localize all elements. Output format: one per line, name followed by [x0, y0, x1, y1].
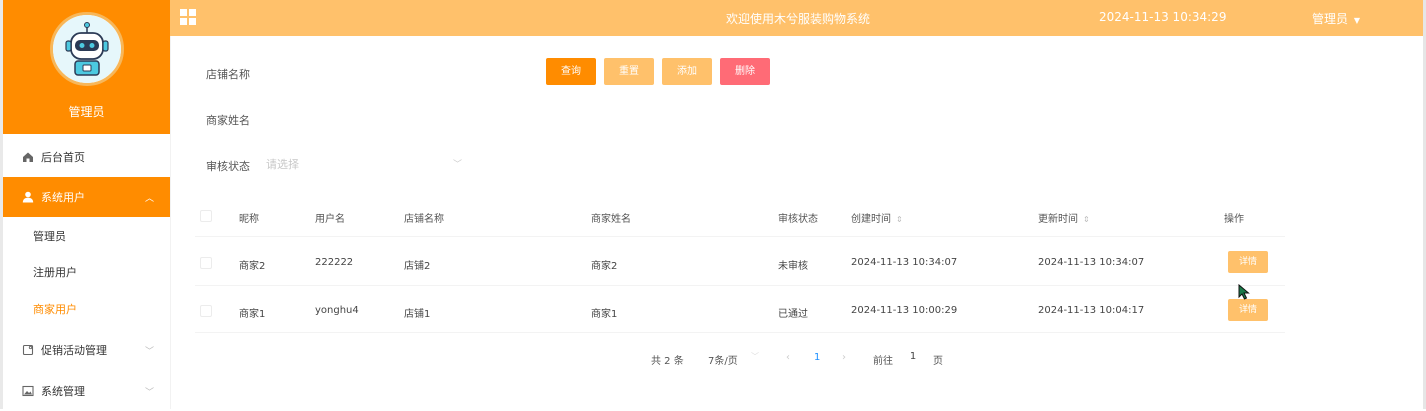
caret-down-icon: ▼ — [1353, 16, 1360, 25]
cell-created-at: 2024-11-13 10:00:29 — [851, 305, 958, 316]
column-header-actions: 操作 — [1224, 214, 1244, 225]
cell-merchant-name: 商家1 — [591, 309, 618, 320]
cell-merchant-name: 商家2 — [591, 261, 618, 272]
next-page-icon[interactable]: › — [842, 352, 846, 363]
status-label: 审核状态 — [206, 160, 250, 173]
pagination-current-page[interactable]: 1 — [814, 352, 820, 363]
column-header-merchant-name: 商家姓名 — [591, 214, 631, 225]
sidebar-item-promotions[interactable]: 促销活动管理 ﹀ — [3, 330, 170, 370]
chevron-down-icon: ﹀ — [144, 388, 154, 398]
sidebar-subitem-merchant-users[interactable]: 商家用户 — [3, 292, 170, 328]
column-header-shop-name: 店铺名称 — [404, 214, 444, 225]
menu-grid-icon[interactable] — [180, 9, 197, 26]
chevron-down-icon: ﹀ — [144, 347, 154, 357]
table-divider — [195, 332, 1285, 333]
table-divider — [195, 236, 1285, 237]
cell-username: yonghu4 — [315, 305, 359, 316]
user-menu[interactable]: 管理员 ▼ — [1312, 10, 1360, 27]
query-button[interactable]: 查询 — [546, 58, 596, 85]
shop-name-label: 店铺名称 — [206, 68, 250, 81]
column-header-status: 审核状态 — [778, 214, 818, 225]
row-checkbox[interactable] — [200, 257, 212, 269]
sidebar-item-dashboard[interactable]: 后台首页 — [3, 137, 170, 177]
page-title: 欢迎使用木兮服装购物系统 — [726, 12, 871, 26]
chevron-down-icon: ﹀ — [751, 352, 759, 361]
mouse-cursor-icon — [1238, 284, 1250, 300]
sidebar-subitem-admin[interactable]: 管理员 — [3, 219, 170, 255]
column-header-created-at[interactable]: 创建时间 ⇕ — [851, 210, 903, 225]
merchant-name-label: 商家姓名 — [206, 114, 250, 127]
select-all-checkbox[interactable] — [200, 210, 212, 222]
prev-page-icon[interactable]: ‹ — [786, 352, 790, 363]
cell-nickname: 商家1 — [239, 309, 266, 320]
robot-icon — [53, 15, 121, 83]
shop-name-input[interactable] — [266, 60, 516, 82]
column-header-updated-at[interactable]: 更新时间 ⇕ — [1038, 210, 1090, 225]
profile-name: 管理员 — [68, 105, 105, 119]
cell-status: 已通过 — [778, 309, 808, 320]
cell-status: 未审核 — [778, 261, 808, 272]
sidebar-item-system-management[interactable]: 系统管理 ﹀ — [3, 371, 170, 411]
home-icon — [21, 150, 35, 164]
sidebar-item-system-users[interactable]: 系统用户 ︿ — [3, 177, 170, 217]
status-select-placeholder: 请选择 — [266, 158, 299, 171]
cell-nickname: 商家2 — [239, 261, 266, 272]
sidebar-item-label: 后台首页 — [41, 151, 85, 164]
cell-username: 222222 — [315, 257, 354, 268]
sidebar-item-label: 促销活动管理 — [41, 344, 107, 357]
column-header-label: 创建时间 — [851, 214, 891, 225]
avatar[interactable] — [50, 12, 124, 86]
cell-updated-at: 2024-11-13 10:04:17 — [1038, 305, 1145, 316]
top-header: 欢迎使用木兮服装购物系统 2024-11-13 10:34:29 管理员 ▼ — [170, 0, 1423, 36]
delete-button[interactable]: 删除 — [720, 58, 770, 85]
column-header-username: 用户名 — [315, 214, 345, 225]
goto-prefix: 前往 — [873, 356, 893, 367]
image-icon — [21, 384, 35, 398]
user-menu-label: 管理员 — [1312, 12, 1349, 26]
sidebar-subitem-registered-users[interactable]: 注册用户 — [3, 255, 170, 291]
chevron-up-icon: ︿ — [144, 194, 154, 204]
header-datetime: 2024-11-13 10:34:29 — [1099, 10, 1227, 24]
page-size-select[interactable]: 7条/页 ﹀ — [697, 346, 763, 368]
add-button[interactable]: 添加 — [662, 58, 712, 85]
sidebar: 管理员 后台首页 系统用户 ︿ 管理员 注册用户 商家用户 促销活动管理 ﹀ 系… — [3, 0, 171, 409]
table-divider — [195, 285, 1285, 286]
cell-shop-name: 店铺2 — [404, 261, 431, 272]
page-size-value: 7条/页 — [708, 356, 738, 367]
sidebar-item-label: 系统管理 — [41, 385, 85, 398]
merchant-name-input[interactable] — [266, 106, 516, 128]
sort-icon[interactable]: ⇕ — [1083, 215, 1090, 224]
detail-button[interactable]: 详情 — [1228, 251, 1268, 273]
detail-button[interactable]: 详情 — [1228, 299, 1268, 321]
status-select[interactable]: 请选择 ﹀ — [266, 156, 466, 172]
pagination-total: 共 2 条 — [651, 356, 684, 367]
cell-shop-name: 店铺1 — [404, 309, 431, 320]
chevron-down-icon: ﹀ — [452, 160, 462, 170]
cell-updated-at: 2024-11-13 10:34:07 — [1038, 257, 1145, 268]
column-header-label: 更新时间 — [1038, 214, 1078, 225]
profile-panel: 管理员 — [3, 0, 170, 134]
column-header-nickname: 昵称 — [239, 214, 259, 225]
goto-page-input[interactable]: 1 — [900, 346, 926, 368]
sort-icon[interactable]: ⇕ — [896, 215, 903, 224]
cell-created-at: 2024-11-13 10:34:07 — [851, 257, 958, 268]
tag-icon — [21, 343, 35, 357]
goto-suffix: 页 — [933, 356, 943, 367]
reset-button[interactable]: 重置 — [604, 58, 654, 85]
user-icon — [21, 190, 35, 204]
row-checkbox[interactable] — [200, 305, 212, 317]
sidebar-item-label: 系统用户 — [41, 191, 85, 204]
